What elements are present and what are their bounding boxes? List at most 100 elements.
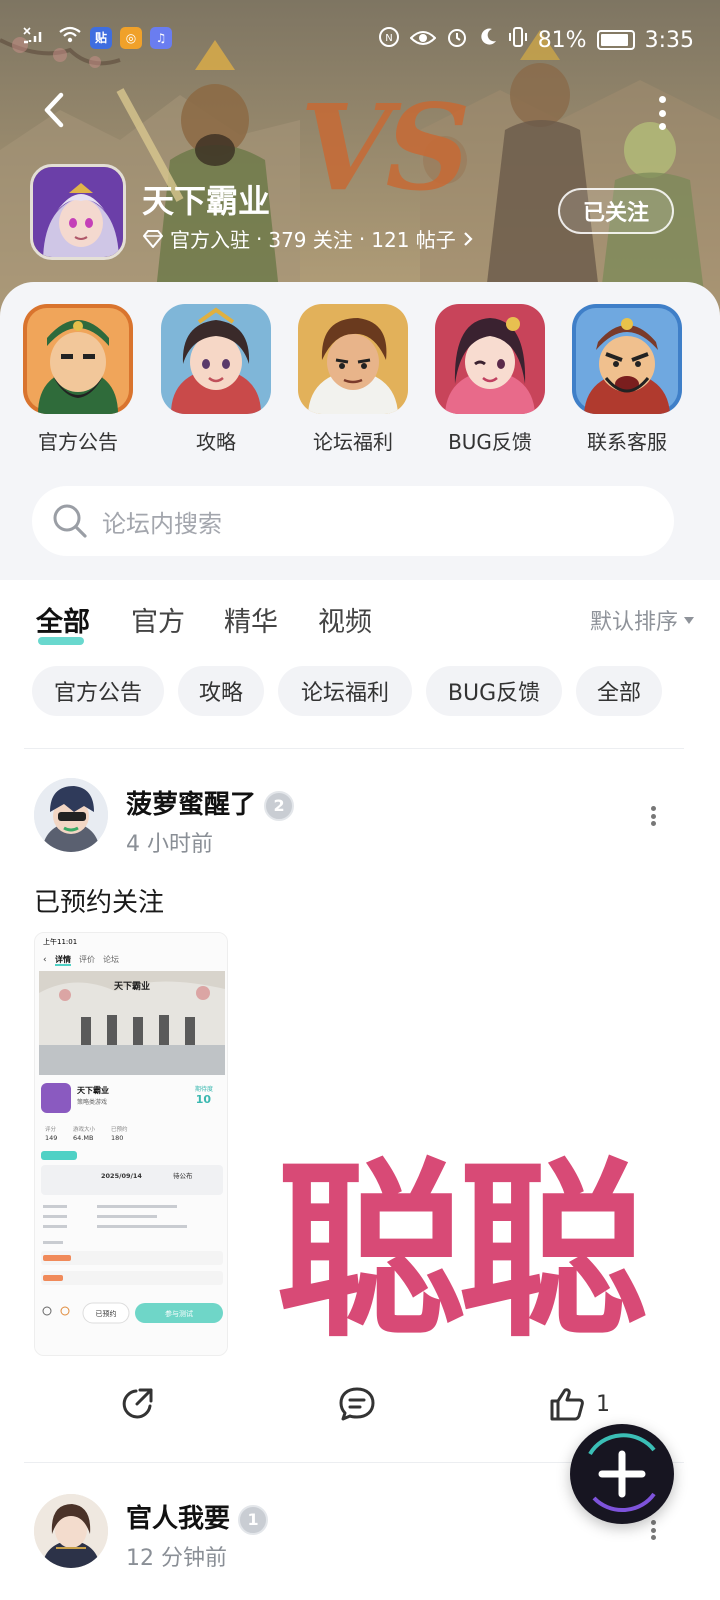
- shot-date-right: 待公布: [173, 1171, 193, 1180]
- status-bar: 贴 ◎ ♫ N 81% 3:35: [0, 20, 720, 60]
- dot: [658, 109, 666, 117]
- chip-bug-report[interactable]: BUG反馈: [426, 666, 562, 716]
- music-app-icon: ♫: [150, 26, 172, 49]
- quick-link-label: 论坛福利: [313, 430, 393, 454]
- sort-label: 默认排序: [589, 610, 678, 635]
- divider: [24, 748, 684, 749]
- search-icon: [53, 504, 87, 538]
- alarm-icon: [446, 26, 468, 54]
- quick-link-announcements[interactable]: 官方公告: [22, 304, 134, 455]
- forum-search-input[interactable]: 论坛内搜索: [32, 486, 674, 556]
- shot-stat-value: 180: [111, 1134, 123, 1142]
- shot-date: 2025/09/14: [101, 1172, 142, 1180]
- shot-tab: 论坛: [103, 954, 119, 964]
- level-badge: 1: [238, 1504, 269, 1535]
- app-screenshot-image: 上午11:01 ‹ 详情 评价 论坛 天下霸业 天下霸业 策略类游戏 期待度 1…: [35, 933, 227, 1355]
- clock: 3:35: [644, 27, 694, 53]
- share-button[interactable]: [120, 1386, 156, 1422]
- dot: [650, 806, 656, 811]
- tab-all[interactable]: 全部: [36, 600, 90, 645]
- comment-icon: [339, 1387, 375, 1421]
- chip-announcements[interactable]: 官方公告: [32, 666, 164, 716]
- search-placeholder: 论坛内搜索: [102, 509, 222, 538]
- forum-header: VS 贴 ◎ ♫ N 81% 3:35 天下霸业 官方入驻 · 379 关注 ·…: [0, 0, 720, 330]
- quick-link-label: BUG反馈: [448, 430, 532, 454]
- shot-status-time: 上午11:01: [43, 937, 77, 946]
- author-name: 菠萝蜜醒了: [126, 790, 257, 820]
- dot: [650, 1535, 656, 1540]
- chevron-left-icon: [44, 92, 64, 128]
- moon-icon: [478, 27, 498, 53]
- avatar[interactable]: [34, 1494, 108, 1568]
- chevron-right-icon: [464, 231, 473, 246]
- post-time: 12 分钟前: [126, 1546, 227, 1571]
- shot-tab: 评价: [79, 955, 95, 964]
- avatar[interactable]: [34, 778, 108, 852]
- quick-link-guides[interactable]: 攻略: [160, 304, 272, 455]
- thumbs-up-icon: [550, 1388, 584, 1421]
- back-button[interactable]: [34, 88, 74, 132]
- author-name: 官人我要: [126, 1504, 231, 1534]
- game-app-icon: ◎: [120, 26, 142, 49]
- tab-official[interactable]: 官方: [131, 600, 185, 639]
- follow-button[interactable]: 已关注: [558, 188, 674, 234]
- chip-all[interactable]: 全部: [576, 666, 662, 716]
- shot-game-title: 天下霸业: [77, 1085, 109, 1095]
- angry-general-portrait-icon: [572, 304, 682, 414]
- shot-stat-label: 评分: [45, 1125, 57, 1133]
- like-button[interactable]: 1: [548, 1386, 610, 1422]
- meta-separator: ·: [358, 226, 366, 251]
- girl-portrait-icon: [435, 304, 545, 414]
- quick-link-bug-report[interactable]: BUG反馈: [434, 304, 546, 455]
- quick-link-label: 联系客服: [587, 430, 667, 454]
- shot-game-subtitle: 策略类游戏: [77, 1098, 107, 1106]
- tieba-icon: 贴: [90, 26, 112, 49]
- posts-count: 121 帖子: [371, 228, 456, 252]
- meta-separator: ·: [256, 226, 263, 251]
- shot-stat-value: 64.MB: [73, 1134, 93, 1142]
- post-author[interactable]: 菠萝蜜醒了 2: [126, 784, 295, 821]
- wifi-icon: [58, 26, 82, 49]
- forum-avatar[interactable]: [30, 164, 126, 260]
- plus-icon: [588, 1433, 656, 1512]
- quick-link-benefits[interactable]: 论坛福利: [297, 304, 409, 455]
- battery-percent: 81%: [537, 27, 587, 53]
- tab-featured[interactable]: 精华: [224, 600, 278, 639]
- shot-banner-title: 天下霸业: [114, 980, 150, 992]
- more-options-button[interactable]: [650, 96, 674, 130]
- dot: [650, 1527, 656, 1533]
- general-portrait-icon: [23, 304, 133, 414]
- diamond-icon: [143, 229, 163, 248]
- forum-meta[interactable]: 官方入驻 · 379 关注 · 121 帖子: [142, 224, 474, 253]
- create-post-button[interactable]: [570, 1424, 674, 1524]
- quick-link-customer-service[interactable]: 联系客服: [571, 304, 683, 455]
- quick-link-label: 攻略: [196, 430, 236, 454]
- tab-video[interactable]: 视频: [318, 600, 372, 639]
- vs-graphic: VS: [300, 78, 471, 217]
- shot-button: 参与测试: [165, 1309, 193, 1318]
- dot: [650, 821, 656, 826]
- official-label: 官方入驻: [170, 228, 250, 252]
- status-right-icons: N 81% 3:35: [378, 26, 694, 54]
- overlay-text: 聪聪: [276, 1142, 648, 1363]
- chip-benefits[interactable]: 论坛福利: [278, 666, 412, 716]
- comment-button[interactable]: [338, 1386, 376, 1422]
- princess-portrait-icon: [161, 304, 271, 414]
- post-more-button[interactable]: [648, 806, 658, 826]
- shot-score-label: 期待度: [195, 1085, 213, 1093]
- share-icon: [122, 1388, 153, 1419]
- dot: [650, 813, 656, 819]
- feed-tabs: 全部 官方 精华 视频 默认排序: [0, 600, 720, 645]
- svg-text:N: N: [385, 33, 392, 44]
- shot-tab: 详情: [55, 954, 71, 964]
- sort-dropdown[interactable]: 默认排序: [590, 604, 694, 636]
- vibrate-icon: [508, 26, 528, 54]
- shot-stat-value: 149: [45, 1134, 57, 1142]
- chip-guides[interactable]: 攻略: [178, 666, 264, 716]
- dot: [658, 96, 666, 103]
- nfc-icon: N: [378, 26, 400, 54]
- shot-stat-label: 游戏大小: [73, 1125, 96, 1133]
- quick-link-label: 官方公告: [38, 430, 118, 454]
- post-author[interactable]: 官人我要 1: [126, 1498, 269, 1535]
- post-image-attachment[interactable]: 上午11:01 ‹ 详情 评价 论坛 天下霸业 天下霸业 策略类游戏 期待度 1…: [34, 932, 228, 1356]
